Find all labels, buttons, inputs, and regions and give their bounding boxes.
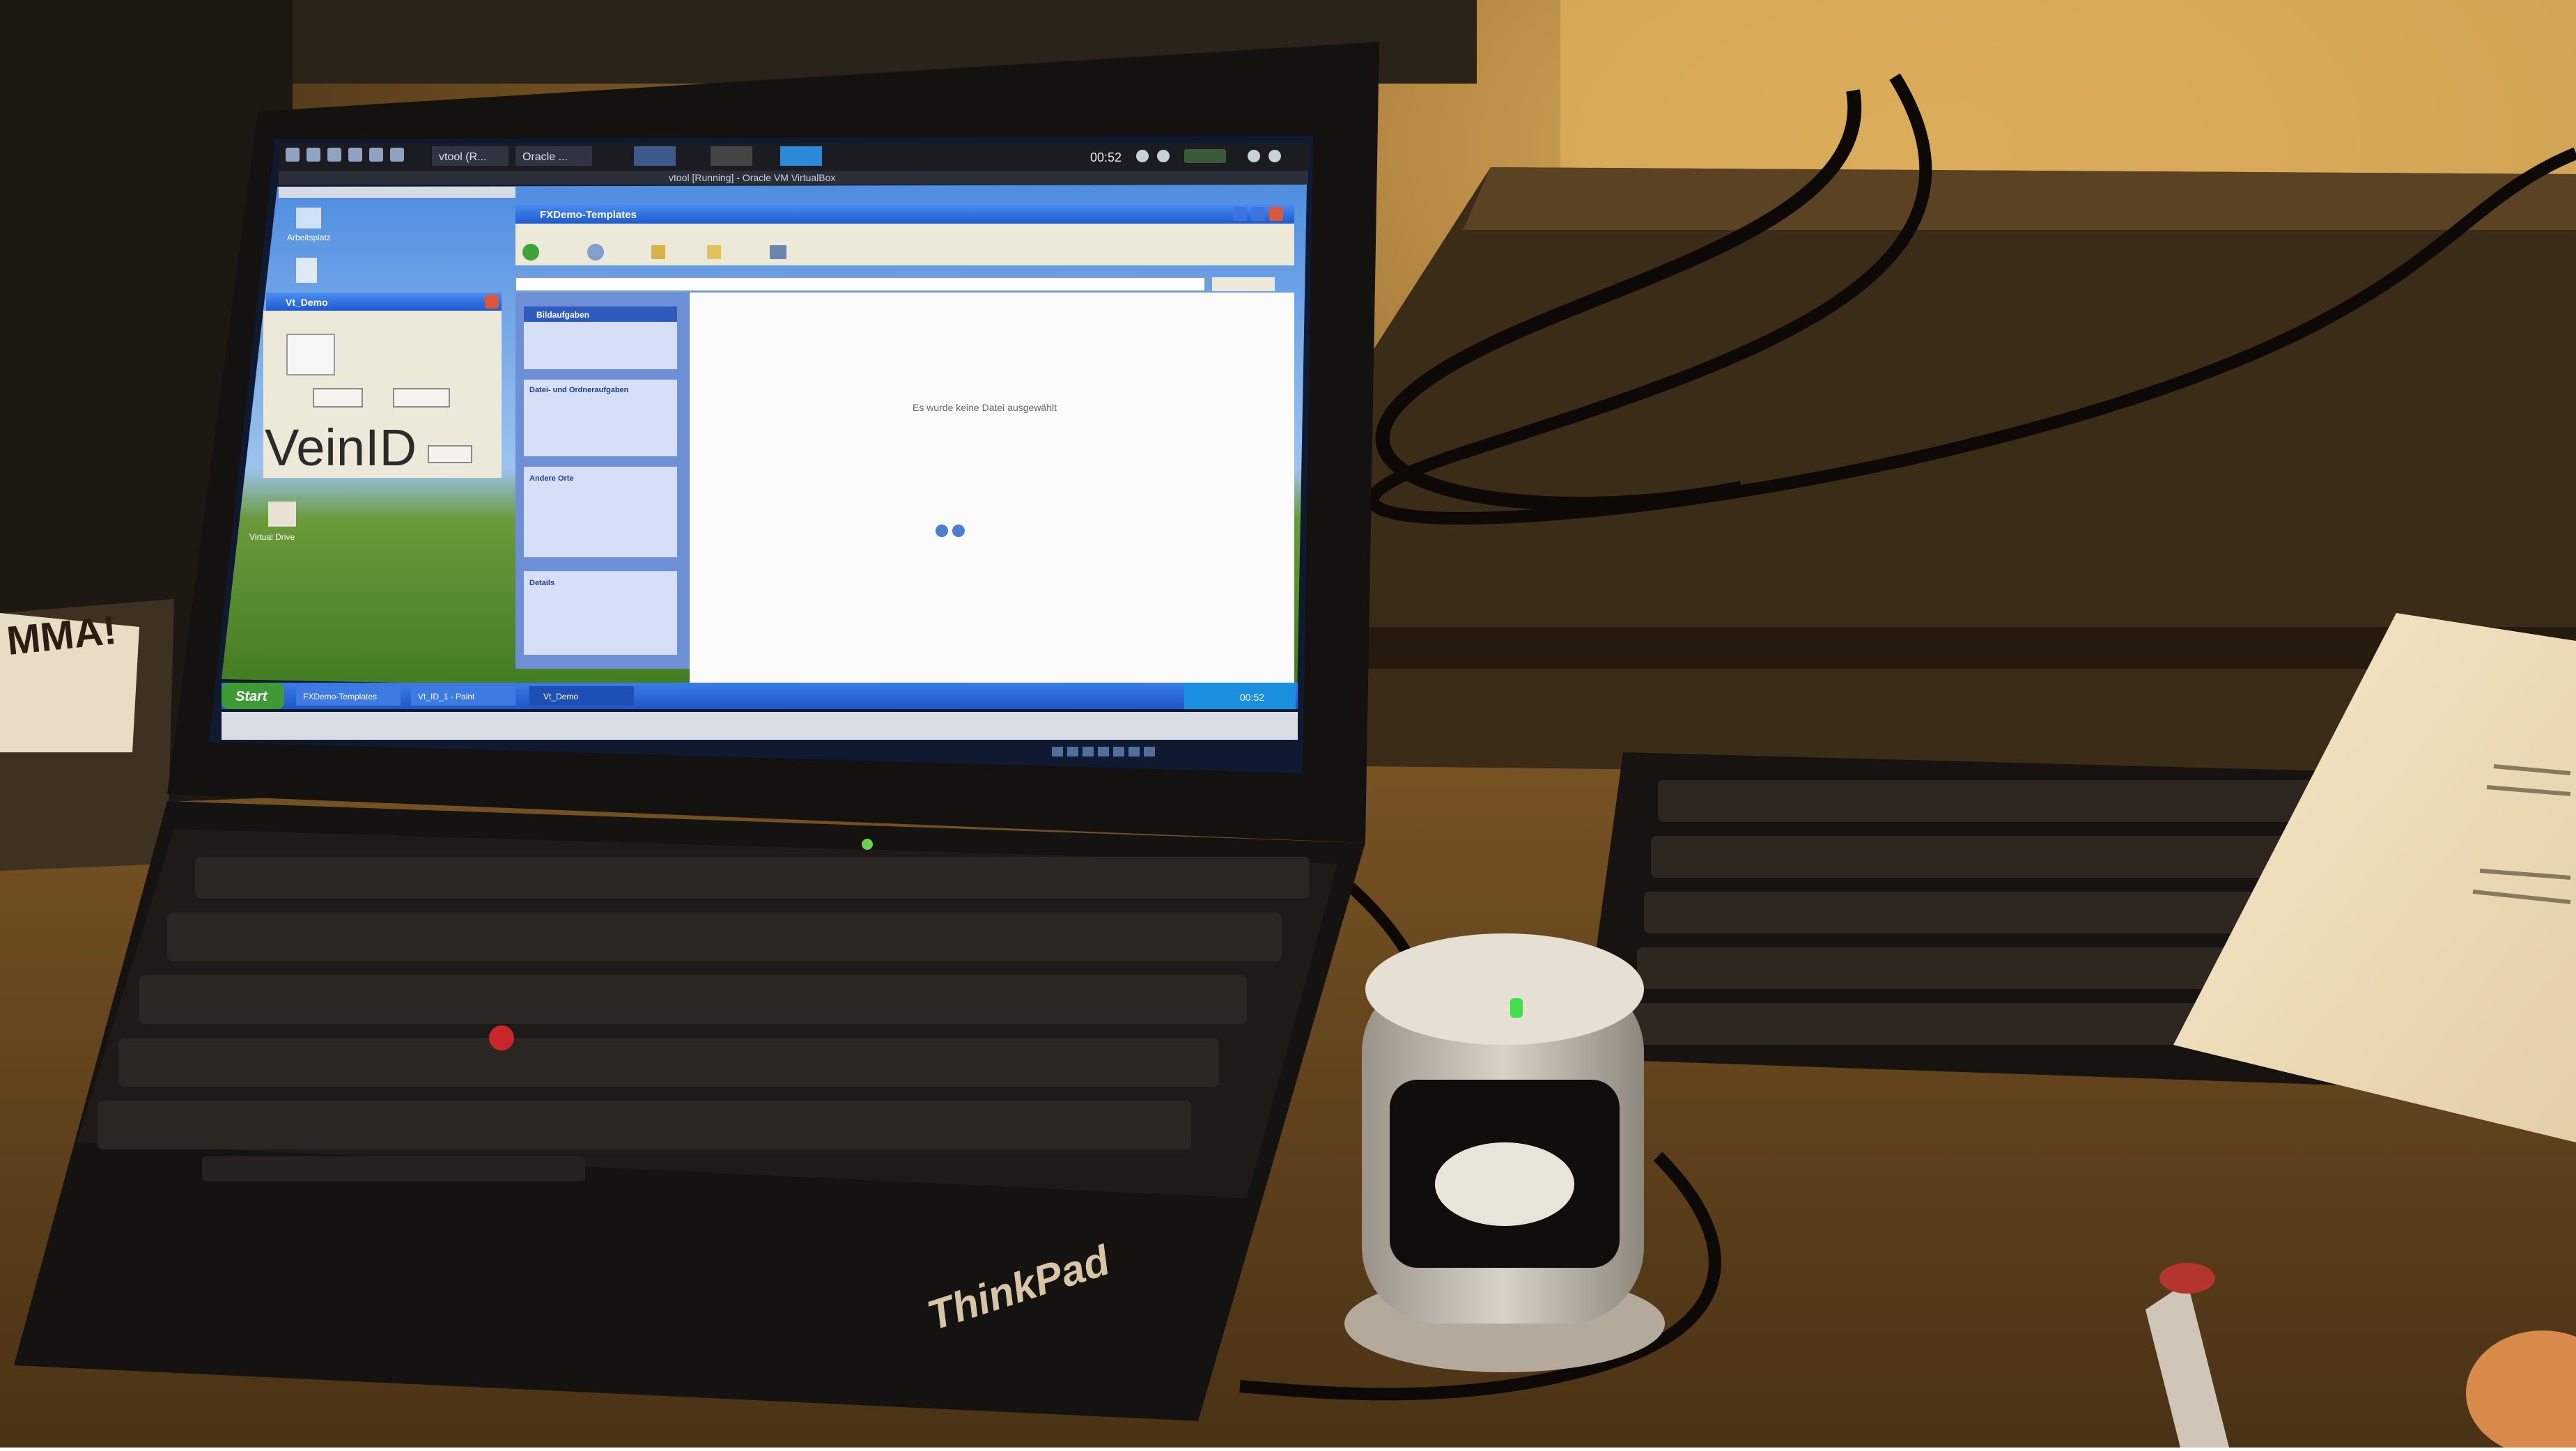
xp-task-fxdemo-label: FXDemo-Templates (303, 692, 377, 701)
host-workspace-1[interactable] (634, 146, 676, 166)
xp-desktop-icon-arbeitsplatz-label: Arbeitsplatz (287, 233, 331, 242)
vbox-status-bar (222, 712, 1298, 740)
folders-icon[interactable] (707, 245, 721, 259)
scanner-status-led (1510, 998, 1523, 1018)
xp-tray-clock: 00:52 (1240, 692, 1264, 703)
views-icon[interactable] (770, 245, 786, 259)
host-workspace-3[interactable] (780, 146, 822, 166)
explorer-title: FXDemo-Templates (540, 209, 637, 221)
host-task-oracle-label: Oracle ... (522, 151, 568, 163)
veinid-window-title: Vt_Demo (286, 297, 328, 308)
taskpane-header-1: Bildaufgaben (536, 310, 589, 320)
host-clock: 00:52 (1090, 150, 1122, 164)
explorer-minimize-button[interactable] (1233, 207, 1247, 221)
taskpane-header-4: Details (529, 579, 554, 587)
xp-desktop-icon-virtual-drive[interactable] (268, 502, 296, 527)
content-next-icon[interactable] (952, 525, 965, 537)
veinid-window-close-button[interactable] (485, 295, 499, 309)
laptop-screen: vtool (R... Oracle ... 00:52 vtool [Runn… (209, 136, 1313, 773)
scanner-sensor (1435, 1142, 1574, 1226)
xp-recycle-bin-icon[interactable] (296, 258, 317, 283)
scanner-top (1365, 933, 1644, 1045)
search-icon[interactable] (651, 245, 665, 259)
xp-start-label: Start (235, 689, 268, 704)
printer-top (1463, 167, 2576, 230)
pen-cap (2159, 1263, 2215, 1294)
xp-desktop-icon-virtual-drive-label: Virtual Drive (249, 532, 295, 542)
taskpane-header-2: Datei- und Ordneraufgaben (529, 386, 629, 394)
veinid-button-1[interactable] (313, 388, 363, 408)
host-workspace-2[interactable] (711, 146, 752, 166)
taskpane-header-3: Andere Orte (529, 474, 574, 483)
veinid-capture-box (286, 334, 335, 375)
explorer-empty-message: Es wurde keine Datei ausgewählt (913, 402, 1057, 413)
veinid-logo-text: VeinID (265, 419, 417, 476)
forward-icon[interactable] (587, 244, 604, 261)
veinid-button-3[interactable] (428, 445, 472, 463)
veinid-window: Vt_Demo VeinID (263, 293, 502, 478)
explorer-content-pane (690, 293, 1294, 683)
xp-task-paint-label: Vt_ID_1 - Paint (418, 692, 475, 701)
vein-scanner (1344, 933, 1665, 1372)
vbox-title: vtool [Running] - Oracle VM VirtualBox (669, 172, 835, 183)
explorer-go-button[interactable] (1212, 277, 1275, 291)
back-icon[interactable] (522, 244, 539, 261)
explorer-toolbar (515, 239, 1294, 265)
vbox-status-icons (1052, 747, 1155, 756)
scene-svg: MMA! lenovo vtool (R... Oracle ... 00:52 (0, 0, 2576, 1451)
touchpad-buttons[interactable] (202, 1156, 585, 1181)
power-led (862, 839, 873, 850)
explorer-maximize-button[interactable] (1251, 207, 1265, 221)
xp-desktop-icon-arbeitsplatz[interactable] (296, 208, 321, 228)
content-prev-icon[interactable] (936, 525, 948, 537)
trackpoint[interactable] (489, 1025, 514, 1050)
host-task-vtool-label: vtool (R... (439, 151, 486, 163)
photo-scene: MMA! lenovo vtool (R... Oracle ... 00:52 (0, 0, 2576, 1451)
explorer-address-bar[interactable] (515, 277, 1206, 292)
vbox-menu-bar (279, 187, 515, 198)
xp-task-vtdemo-label: Vt_Demo (543, 692, 578, 701)
veinid-button-2[interactable] (393, 388, 450, 408)
explorer-menubar (515, 224, 1294, 239)
explorer-close-button[interactable] (1269, 207, 1283, 221)
